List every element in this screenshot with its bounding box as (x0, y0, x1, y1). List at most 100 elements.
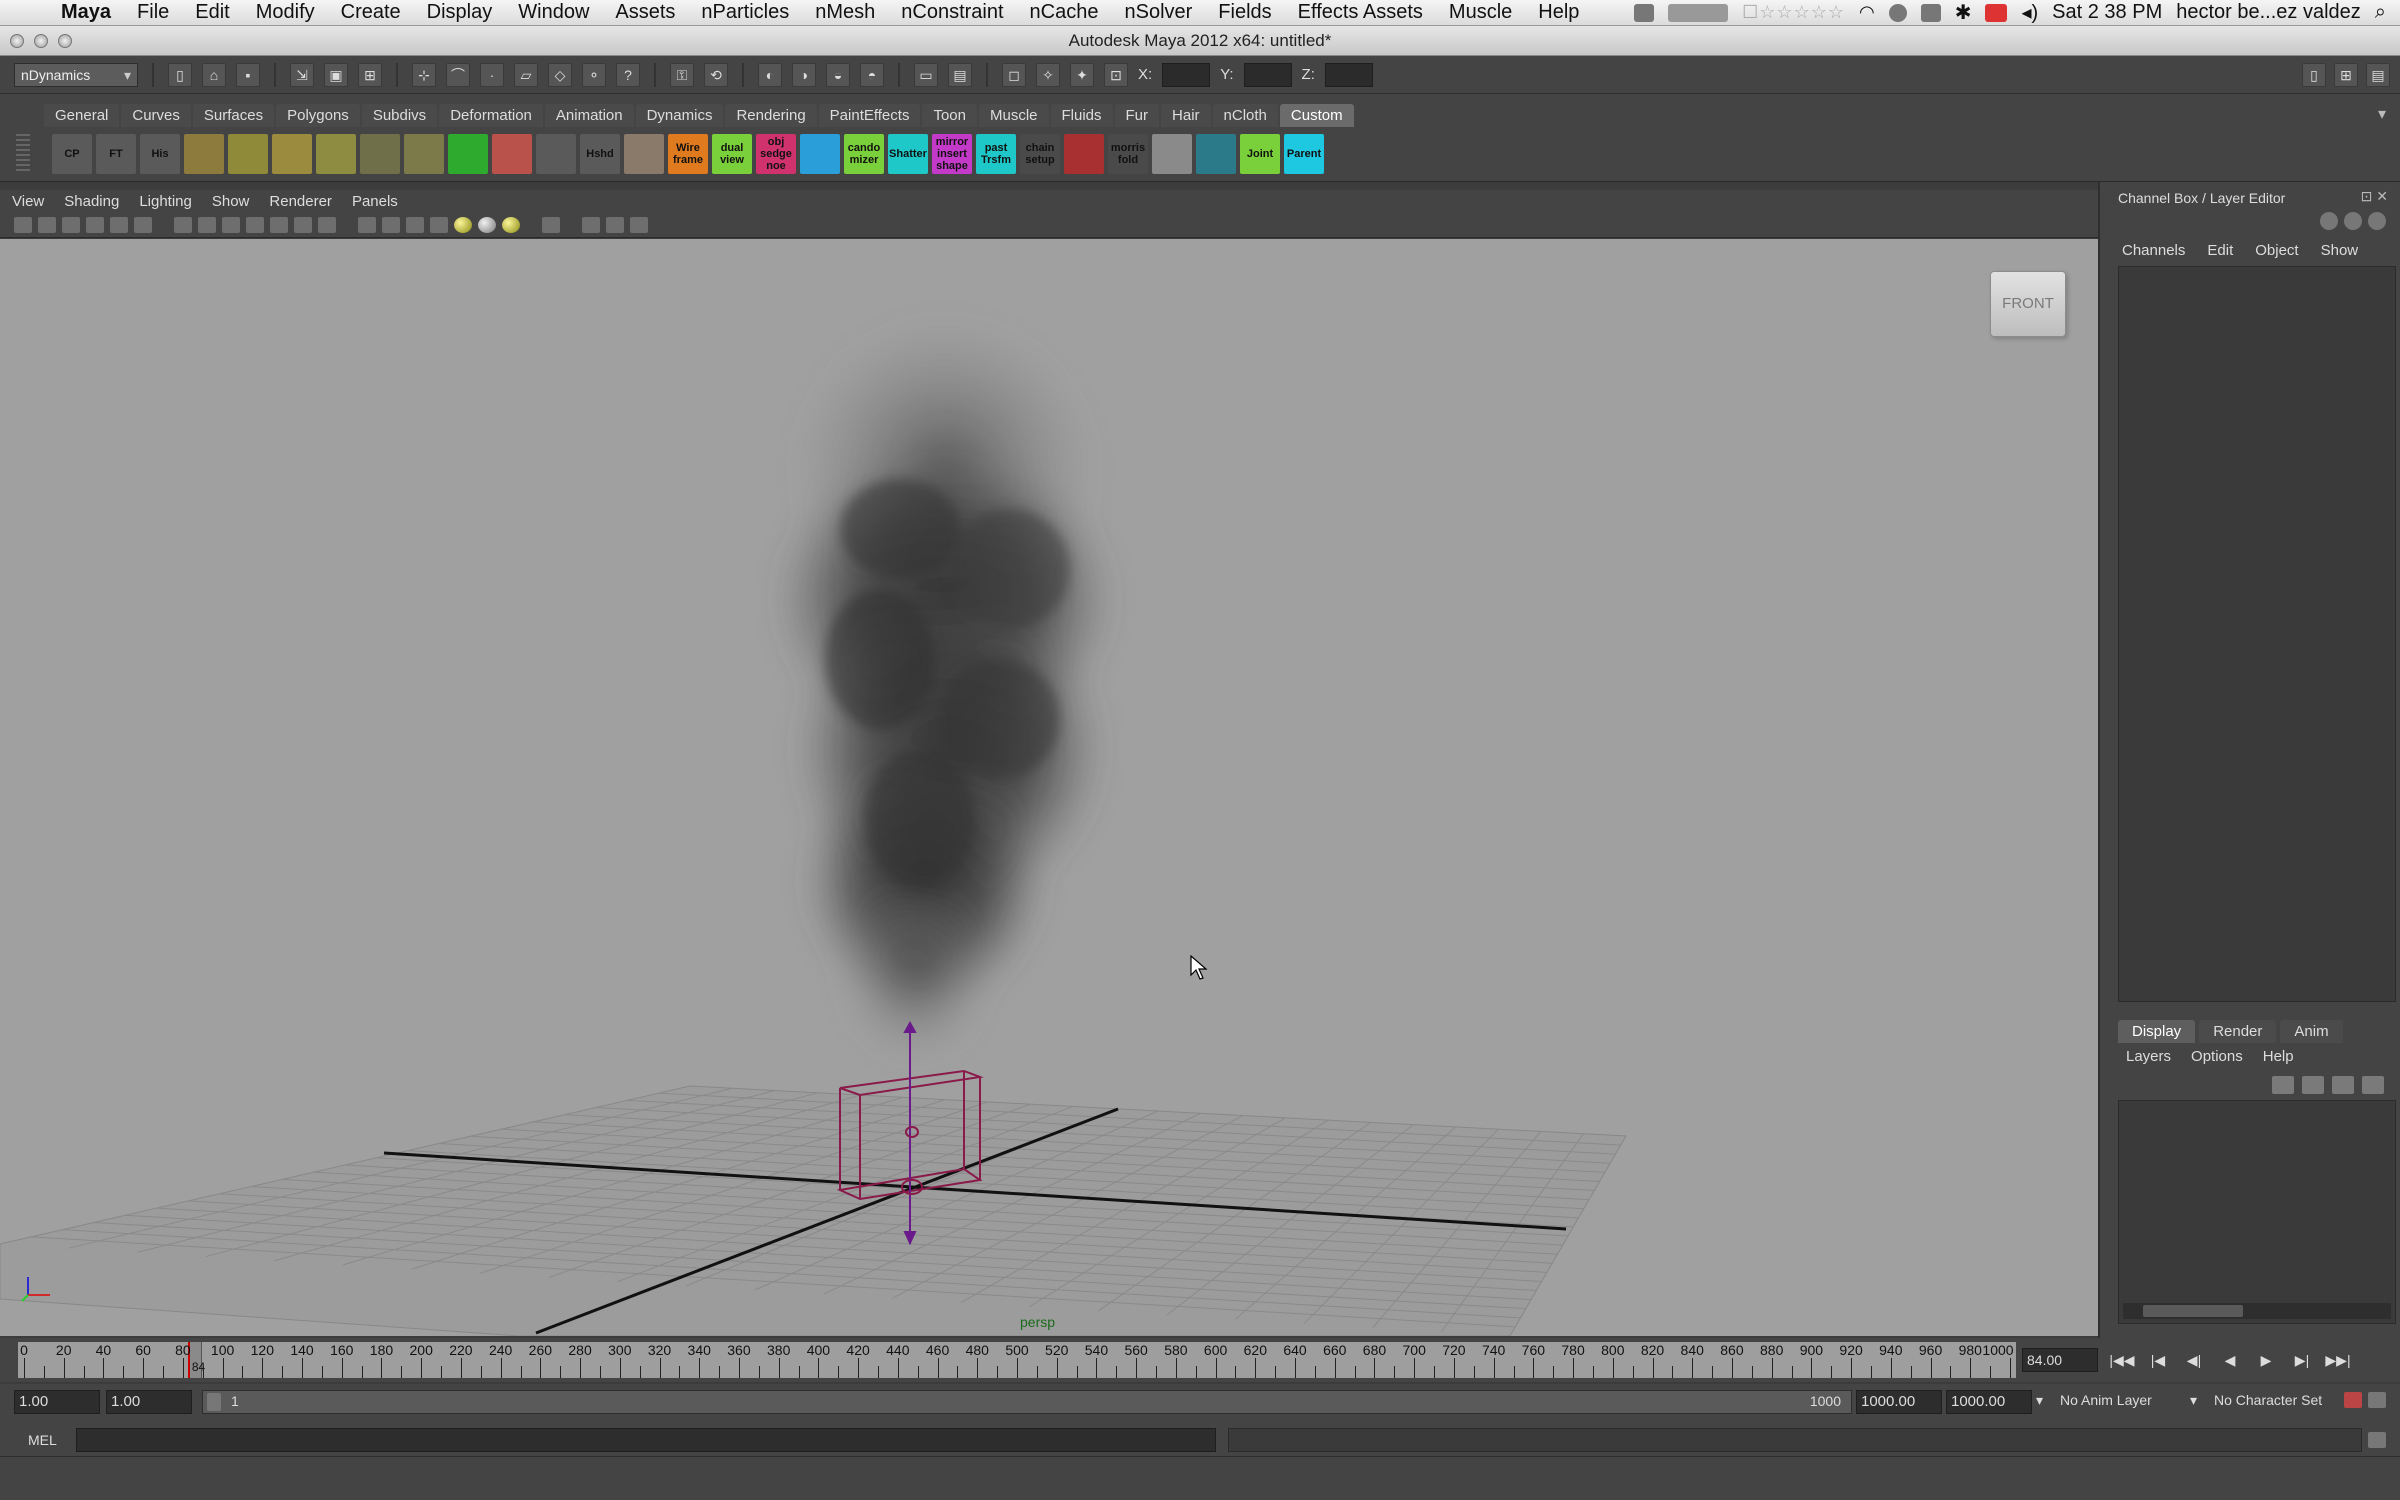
shelf-button-tool-25[interactable] (1152, 134, 1192, 174)
animation-preferences-icon[interactable] (2368, 1392, 2386, 1408)
wifi-icon[interactable]: ◠ (1859, 2, 1875, 23)
save-scene-icon[interactable]: ▪ (236, 62, 260, 87)
shelf-button-ft[interactable]: FT (96, 134, 136, 174)
step-back-frame-icon[interactable]: ◀| (2180, 1348, 2208, 1372)
snap-plane-icon[interactable]: ▱ (514, 62, 538, 87)
zoom-window-icon[interactable] (58, 34, 72, 48)
grid-icon[interactable] (174, 216, 192, 233)
use-all-lights-icon[interactable] (454, 216, 472, 233)
bookmark-icon[interactable] (62, 216, 80, 233)
panel-menu-shading[interactable]: Shading (64, 193, 119, 210)
channel-menu-edit[interactable]: Edit (2207, 242, 2233, 259)
channel-list[interactable] (2118, 266, 2396, 1002)
screen-share-icon[interactable] (1634, 3, 1655, 22)
shelf-button-tool-5[interactable] (272, 134, 312, 174)
z-field[interactable] (1324, 62, 1373, 87)
shelf-button-tool-4[interactable] (228, 134, 268, 174)
time-slider-track[interactable]: 84 0 20 40 60 80 100 120 140 160 180 200 220 240 260 2… (18, 1342, 2016, 1378)
command-input[interactable] (76, 1428, 1216, 1452)
end-time-field[interactable]: 1000.00 (1946, 1390, 2032, 1414)
image-plane-icon[interactable] (86, 216, 104, 233)
layer-tab-display[interactable]: Display (2118, 1020, 2196, 1043)
shelf-drag-handle[interactable] (16, 134, 30, 174)
range-slider-bar[interactable]: 1 1000 (202, 1390, 1852, 1414)
share-icon[interactable] (630, 216, 648, 233)
wireframe-on-shaded-icon[interactable] (406, 216, 424, 233)
wrench-icon[interactable] (2368, 212, 2386, 230)
scrollbar-thumb[interactable] (2143, 1305, 2243, 1317)
gate-mask-icon[interactable] (246, 216, 264, 233)
attribute-editor-toggle-icon[interactable]: ▯ (2302, 62, 2326, 87)
command-language-label[interactable]: MEL (28, 1432, 57, 1448)
time-machine-icon[interactable] (1888, 3, 1907, 22)
layer-menu-help[interactable]: Help (2263, 1048, 2294, 1065)
shelf-tab-custom[interactable]: Custom (1279, 104, 1354, 127)
playback-start-field[interactable]: 1.00 (106, 1390, 192, 1414)
close-window-icon[interactable] (10, 34, 24, 48)
select-component-icon[interactable]: ⊞ (358, 62, 382, 87)
menu-nsolver[interactable]: nSolver (1111, 1, 1205, 24)
shelf-tab-hair[interactable]: Hair (1161, 104, 1211, 127)
shelf-options-icon[interactable]: ✦ (1070, 62, 1094, 87)
camera-attributes-icon[interactable] (38, 216, 56, 233)
menu-help[interactable]: Help (1525, 1, 1592, 24)
character-set-dropdown[interactable]: No Character Set (2214, 1392, 2322, 1408)
shelf-button-tool-7[interactable] (360, 134, 400, 174)
minimize-window-icon[interactable] (34, 34, 48, 48)
display-icon[interactable] (1920, 3, 1941, 22)
volume-icon[interactable]: ◂) (2021, 0, 2038, 25)
shelf-button-tool-11[interactable] (536, 134, 576, 174)
layer-tab-render[interactable]: Render (2199, 1020, 2277, 1043)
spotlight-icon[interactable]: ⌕ (2375, 1, 2386, 24)
anim-layer-dropdown-icon[interactable]: ▾ (2036, 1392, 2043, 1409)
auto-key-icon[interactable] (2344, 1392, 2362, 1408)
shelf-tab-painteffects[interactable]: PaintEffects (818, 104, 921, 127)
menu-edit[interactable]: Edit (182, 1, 242, 24)
menu-file[interactable]: File (124, 1, 182, 24)
menu-modify[interactable]: Modify (243, 1, 328, 24)
script-editor-icon[interactable] (2368, 1432, 2386, 1448)
open-scene-icon[interactable]: ⌂ (202, 62, 226, 87)
safe-title-icon[interactable] (318, 216, 336, 233)
shelf-tab-deformation[interactable]: Deformation (439, 104, 543, 127)
render-settings-icon[interactable]: ◒ (826, 62, 850, 87)
wireframe-icon[interactable] (358, 216, 376, 233)
history-icon[interactable]: ⟲ (704, 62, 728, 87)
menu-ncache[interactable]: nCache (1017, 1, 1112, 24)
shelf-tab-general[interactable]: General (44, 104, 120, 127)
input-line-mode-icon[interactable]: ▭ (914, 62, 938, 87)
layer-scrollbar[interactable] (2123, 1303, 2391, 1319)
smooth-shade-icon[interactable] (382, 216, 400, 233)
snap-surface-icon[interactable]: ◇ (548, 62, 572, 87)
panel-menu-view[interactable]: View (12, 193, 44, 210)
range-start-handle[interactable] (207, 1393, 221, 1411)
shelf-button-cp[interactable]: CP (52, 134, 92, 174)
shelf-button-cando-mizer[interactable]: cando mizer (844, 134, 884, 174)
layer-toggle-icon[interactable] (2344, 212, 2362, 230)
flag-icon[interactable] (1985, 3, 2008, 22)
shelf-tab-surfaces[interactable]: Surfaces (192, 104, 275, 127)
xray-icon[interactable] (582, 216, 600, 233)
tool-settings-toggle-icon[interactable]: ⊞ (2334, 62, 2358, 87)
color-icon[interactable] (2320, 212, 2338, 230)
shelf-tab-polygons[interactable]: Polygons (276, 104, 360, 127)
panel-menu-renderer[interactable]: Renderer (269, 193, 332, 210)
menu-window[interactable]: Window (505, 1, 602, 24)
shelf-tab-ncloth[interactable]: nCloth (1212, 104, 1278, 127)
menu-app[interactable]: Maya (48, 1, 124, 24)
select-by-name-icon[interactable]: ▤ (948, 62, 972, 87)
channel-box-toggle-icon[interactable]: ▤ (2366, 62, 2390, 87)
two-d-pan-icon[interactable] (110, 216, 128, 233)
play-backwards-icon[interactable]: ◀ (2216, 1348, 2244, 1372)
textured-icon[interactable] (430, 216, 448, 233)
snap-live-icon[interactable]: ⚬ (582, 62, 606, 87)
camera-icon[interactable]: ◻ (1002, 62, 1026, 87)
resolution-gate-icon[interactable] (222, 216, 240, 233)
clock[interactable]: Sat 2 38 PM (2052, 1, 2162, 24)
y-field[interactable] (1243, 62, 1292, 87)
panel-menu-panels[interactable]: Panels (352, 193, 398, 210)
grease-pencil-icon[interactable] (134, 216, 152, 233)
shelf-button-wire-frame[interactable]: Wire frame (668, 134, 708, 174)
current-frame-field[interactable]: 84.00 (2022, 1348, 2098, 1372)
shelf-button-tool-8[interactable] (404, 134, 444, 174)
